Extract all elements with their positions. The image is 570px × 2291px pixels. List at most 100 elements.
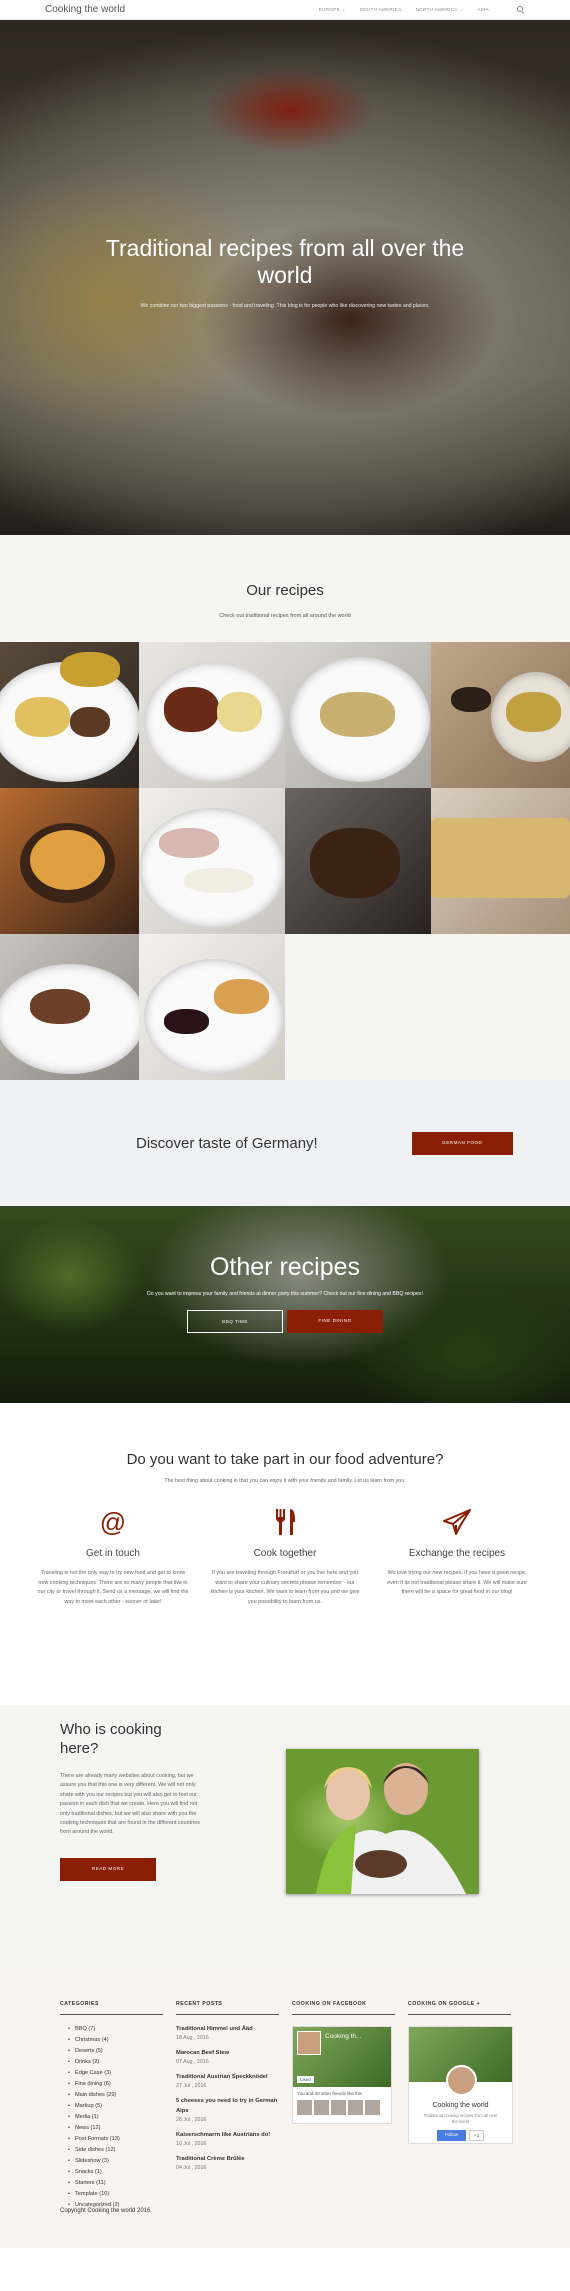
- category-link[interactable]: BBQ (7): [60, 2024, 163, 2035]
- post-link[interactable]: Kaiserschmarrn like Austrians do!: [176, 2130, 279, 2140]
- facebook-friends-text: You and 40 other friends like this: [297, 2091, 363, 2096]
- facebook-friend-faces: [293, 2100, 391, 2115]
- google-follow-button[interactable]: Follow: [436, 2130, 467, 2141]
- paper-plane-icon: [381, 1506, 533, 1538]
- category-link[interactable]: Starters (11): [60, 2178, 163, 2189]
- google-page-name[interactable]: Cooking the world: [409, 2102, 512, 2109]
- widget-title: COOKING ON FACEBOOK: [292, 2001, 395, 2015]
- feature-text: Traveling is not the only way to try new…: [37, 1570, 189, 1605]
- nav-label: EUROPE: [318, 7, 340, 12]
- category-link[interactable]: News (12): [60, 2123, 163, 2134]
- german-food-button[interactable]: GERMAN FOOD: [411, 1131, 513, 1155]
- feature-text: If you are traveling through Frankfurt o…: [210, 1570, 360, 1605]
- fine-dining-button[interactable]: FINE DINING: [287, 1310, 383, 1333]
- other-recipes-buttons: BBQ TIME FINE DINING: [0, 1310, 570, 1333]
- feature-exchange-recipes: Exchange the recipes We love trying our …: [381, 1506, 533, 1607]
- who-section: Who is cooking here? There are already m…: [0, 1705, 570, 1967]
- recipe-tile[interactable]: [0, 788, 139, 934]
- other-recipes-subtitle: Do you want to impress your family and f…: [147, 1291, 423, 1297]
- category-link[interactable]: Fine dining (6): [60, 2079, 163, 2090]
- category-link[interactable]: Side dishes (12): [60, 2145, 163, 2156]
- hero-title: Traditional recipes from all over the wo…: [105, 235, 465, 288]
- avatar: [446, 2065, 477, 2096]
- search-icon[interactable]: [517, 5, 525, 14]
- discover-title: Discover taste of Germany!: [136, 1134, 318, 1152]
- recipes-title: Our recipes: [246, 582, 324, 599]
- hero-section: Traditional recipes from all over the wo…: [0, 0, 570, 535]
- feature-text: We love trying our new recipes. If you h…: [387, 1570, 527, 1595]
- nav-north-america[interactable]: NORTH AMERICA ⌄: [416, 7, 464, 12]
- recent-posts-list: Traditional Himmel und Ääd 18 Aug , 2016 …: [176, 2024, 279, 2173]
- post-date: 27 Jul , 2016: [176, 2083, 207, 2089]
- avatar: [314, 2100, 329, 2115]
- feature-cook-together: Cook together If you are traveling throu…: [209, 1506, 361, 1607]
- recipe-tile[interactable]: [431, 788, 570, 934]
- post-link[interactable]: Traditional Austrian Speckknödel: [176, 2072, 279, 2082]
- nav-asia[interactable]: ASIA: [477, 7, 489, 12]
- recipe-grid: [0, 642, 570, 1080]
- feature-get-in-touch: @ Get in touch Traveling is not the only…: [37, 1506, 189, 1607]
- category-link[interactable]: Christmas (4): [60, 2035, 163, 2046]
- nav-label: ASIA: [477, 7, 489, 12]
- site-logo[interactable]: Cooking the world: [45, 4, 125, 15]
- adventure-section: Do you want to take part in our food adv…: [0, 1403, 570, 1705]
- google-plus-one-count[interactable]: +1: [469, 2130, 485, 2141]
- feature-title: Cook together: [253, 1548, 317, 1559]
- recipe-tile[interactable]: [139, 788, 285, 934]
- nav-label: SOUTH AMERICA: [359, 7, 402, 12]
- category-link[interactable]: Markup (5): [60, 2101, 163, 2112]
- cooks-photo: [286, 1749, 479, 1894]
- recipe-tile[interactable]: [285, 788, 431, 934]
- category-link[interactable]: Drinks (2): [60, 2057, 163, 2068]
- facebook-page-plugin[interactable]: Cooking th... Liked You and 40 other fri…: [292, 2026, 392, 2124]
- widget-title: COOKING ON GOOGLE +: [408, 2001, 511, 2015]
- post-date: 10 Jul , 2016: [176, 2141, 207, 2147]
- recipe-tile[interactable]: [285, 642, 431, 788]
- post-link[interactable]: Marocan Beef Stew: [176, 2048, 279, 2058]
- category-link[interactable]: Main dishes (29): [60, 2090, 163, 2101]
- nav-south-america[interactable]: SOUTH AMERICA: [360, 7, 402, 12]
- recipe-tile[interactable]: [0, 642, 139, 788]
- recent-post: Marocan Beef Stew 07 Aug , 2016: [176, 2048, 279, 2067]
- adventure-subtitle: The best thing about cooking is that you…: [164, 1478, 406, 1484]
- read-more-button[interactable]: READ MORE: [60, 1857, 156, 1881]
- top-navbar: Cooking the world EUROPE ⌄ SOUTH AMERICA …: [0, 0, 570, 20]
- category-link[interactable]: Deserts (5): [60, 2046, 163, 2057]
- at-icon: @: [99, 1506, 127, 1537]
- recent-post: Traditional Austrian Speckknödel 27 Jul ,…: [176, 2072, 279, 2091]
- bbq-time-button[interactable]: BBQ TIME: [187, 1310, 283, 1333]
- other-recipes-content: Other recipes Do you want to impress you…: [0, 1206, 570, 1403]
- nav-europe[interactable]: EUROPE ⌄: [319, 7, 346, 12]
- recipe-tile[interactable]: [0, 934, 139, 1080]
- category-link[interactable]: Slideshow (3): [60, 2156, 163, 2167]
- widget-title: CATEGORIES: [60, 2001, 163, 2015]
- feature-title: Exchange the recipes: [408, 1548, 506, 1559]
- feature-title: Get in touch: [86, 1548, 140, 1559]
- facebook-like-button[interactable]: Liked: [297, 2076, 314, 2083]
- google-plus-badge[interactable]: Cooking the world Traditional cooking re…: [408, 2026, 513, 2144]
- post-link[interactable]: 5 cheeses you need to try in German Alps: [176, 2096, 279, 2116]
- who-text-block: Who is cooking here? There are already m…: [60, 1720, 200, 1967]
- recent-post: Kaiserschmarrn like Austrians do! 10 Jul …: [176, 2130, 279, 2149]
- recipe-tile[interactable]: [139, 934, 285, 1080]
- recent-posts-widget: RECENT POSTS Traditional Himmel und Ääd 1…: [176, 2001, 279, 2211]
- post-link[interactable]: Traditional Himmel und Ääd: [176, 2024, 279, 2034]
- category-link[interactable]: Edge Case (3): [60, 2068, 163, 2079]
- category-link[interactable]: Template (10): [60, 2189, 163, 2200]
- category-link[interactable]: Post Formats (13): [60, 2134, 163, 2145]
- recipe-tile[interactable]: [431, 642, 570, 788]
- post-date: 26 Jul , 2016: [176, 2117, 207, 2123]
- avatar: [365, 2100, 380, 2115]
- category-link[interactable]: Snacks (1): [60, 2167, 163, 2178]
- category-link[interactable]: Media (1): [60, 2112, 163, 2123]
- avatar: [297, 2100, 312, 2115]
- google-plus-widget: COOKING ON GOOGLE + Cooking the world Tr…: [408, 2001, 513, 2211]
- who-text: There are already many websites about co…: [60, 1773, 200, 1836]
- other-recipes-title: Other recipes: [209, 1253, 361, 1281]
- facebook-page-name[interactable]: Cooking th...: [325, 2033, 362, 2040]
- post-link[interactable]: Traditional Crème Brûlée: [176, 2154, 279, 2164]
- facebook-cover: Cooking th... Liked: [293, 2027, 391, 2087]
- recipe-tile[interactable]: [139, 642, 285, 788]
- post-date: 18 Aug , 2016: [176, 2035, 209, 2041]
- other-recipes-section: Other recipes Do you want to impress you…: [0, 1206, 570, 1403]
